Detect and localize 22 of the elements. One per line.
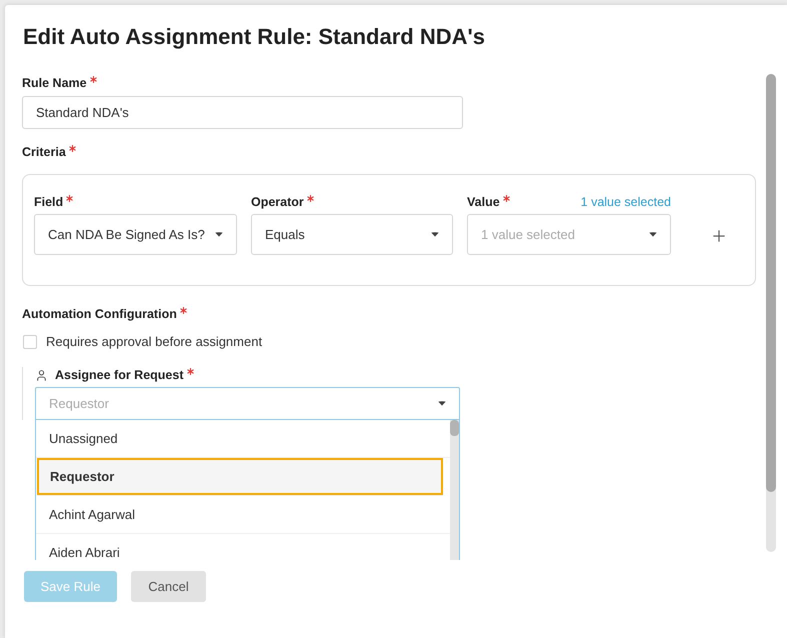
- section-label: Criteria: [22, 144, 66, 160]
- dropdown-option[interactable]: Requestor: [37, 458, 443, 496]
- field-label: Rule Name: [22, 75, 87, 91]
- caret-icon: [649, 232, 657, 237]
- list-scrollbar[interactable]: [450, 420, 459, 560]
- dropdown-select[interactable]: Equals: [251, 214, 453, 255]
- field-label: Assignee for Request: [55, 367, 184, 383]
- checkbox-label: Requires approval before assignment: [46, 334, 262, 350]
- section-label: Automation Configuration: [22, 306, 177, 322]
- field-label: Value: [467, 194, 500, 210]
- caret-icon: [431, 232, 439, 237]
- approval-checkbox[interactable]: [23, 335, 37, 349]
- scrollbar-thumb[interactable]: [450, 420, 459, 436]
- dropdown-select[interactable]: Can NDA Be Signed As Is?: [34, 214, 237, 255]
- field-label: Field: [34, 194, 64, 210]
- dialog-title: Edit Auto Assignment Rule: Standard NDA's: [22, 23, 485, 49]
- caret-icon: [215, 232, 223, 237]
- rule-name-input[interactable]: Standard NDA's: [22, 96, 463, 129]
- user-icon: [35, 369, 48, 382]
- caret-icon: [438, 401, 446, 406]
- field-label: Operator: [251, 194, 304, 210]
- cancel-button[interactable]: Cancel: [131, 571, 206, 602]
